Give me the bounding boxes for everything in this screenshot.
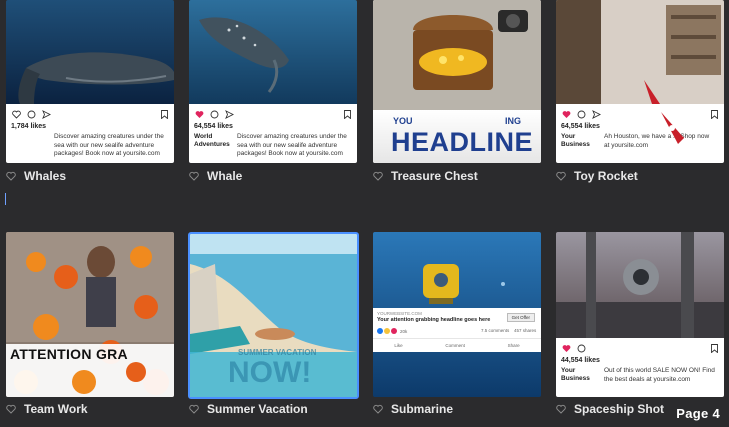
template-card-whale[interactable]: 64,554 likes World Adventures Discover a…: [189, 0, 358, 185]
card-caption: Spaceship Shot: [556, 401, 664, 417]
reaction-row: 20k: [377, 328, 407, 334]
headline-text: NOW!: [228, 356, 312, 389]
treasure-chest-image: [373, 0, 541, 110]
instagram-post-panel: 64,554 likes Your Business Ah Houston, w…: [556, 104, 724, 163]
instagram-post-panel: 64,554 likes World Adventures Discover a…: [189, 104, 357, 163]
reaction-count: 20k: [400, 328, 408, 334]
bookmark-icon: [711, 110, 718, 119]
post-caption: Discover amazing creatures under the sea…: [54, 133, 164, 157]
heart-outline-icon[interactable]: [189, 404, 199, 414]
thumbnail-spaceship-shot[interactable]: 44,554 likes Your Business Out of this w…: [556, 232, 724, 397]
template-card-summer-vacation[interactable]: SUMMER VACATION NOW! Summer Vacation: [188, 232, 359, 417]
template-card-toy-rocket[interactable]: 64,554 likes Your Business Ah Houston, w…: [556, 0, 725, 185]
facebook-post-panel: YOURWEBSITE.COM Your attention grabbing …: [373, 308, 541, 352]
post-caption: Discover amazing creatures under the sea…: [237, 133, 347, 157]
thumbnail-whale[interactable]: 64,554 likes World Adventures Discover a…: [189, 0, 357, 163]
whale-shark-image: [189, 0, 357, 104]
thumbnail-team-work[interactable]: ATTENTION GRA: [6, 232, 174, 397]
card-title: Team Work: [24, 402, 88, 416]
share-icon: [42, 110, 51, 119]
thumbnail-toy-rocket[interactable]: 64,554 likes Your Business Ah Houston, w…: [556, 0, 724, 163]
comment-icon: [577, 110, 586, 119]
comment-icon: [210, 110, 219, 119]
card-title: Treasure Chest: [391, 169, 478, 183]
comment-icon: [27, 110, 36, 119]
heart-filled-icon: [562, 111, 571, 118]
spaceship-image: [556, 232, 724, 338]
thumbnail-summer-vacation[interactable]: SUMMER VACATION NOW!: [188, 232, 359, 399]
heart-icon: [12, 110, 21, 119]
likes-count: 44,554 likes: [561, 357, 600, 364]
card-caption: Treasure Chest: [373, 168, 478, 184]
template-card-treasure-chest[interactable]: YOU ING HEADLINE Treasure Chest: [373, 0, 542, 185]
card-caption: Whale: [189, 168, 242, 184]
card-caption: Team Work: [6, 401, 88, 417]
share-icon: [592, 110, 601, 119]
wow-reaction-icon: [391, 328, 397, 334]
template-card-whales[interactable]: 1,784 likes Discover amazing creatures u…: [6, 0, 175, 185]
card-title: Summer Vacation: [207, 402, 308, 416]
template-card-submarine[interactable]: YOURWEBSITE.COM Your attention grabbing …: [373, 232, 542, 417]
heart-outline-icon[interactable]: [373, 171, 383, 181]
page-label: Page 4: [676, 406, 720, 421]
card-title: Submarine: [391, 402, 454, 416]
thumbnail-submarine[interactable]: YOURWEBSITE.COM Your attention grabbing …: [373, 232, 541, 397]
comment-icon: [577, 344, 586, 353]
headline-small-left: YOU: [393, 116, 413, 126]
likes-count: 64,554 likes: [194, 123, 233, 130]
heart-outline-icon[interactable]: [373, 404, 383, 414]
thumbnail-whales[interactable]: 1,784 likes Discover amazing creatures u…: [6, 0, 174, 163]
fb-action-row: Like Comment Share: [373, 338, 541, 351]
fb-like-button[interactable]: Like: [394, 343, 402, 348]
like-reaction-icon: [377, 328, 383, 334]
heart-outline-icon[interactable]: [189, 171, 199, 181]
shares-count: 457 shares: [514, 328, 537, 333]
bookmark-icon: [711, 344, 718, 353]
card-title: Toy Rocket: [574, 169, 638, 183]
likes-count: 64,554 likes: [561, 123, 600, 130]
headline-text: ATTENTION GRA: [10, 346, 128, 362]
account-name: Your Business: [561, 367, 590, 382]
site-url: YOURWEBSITE.COM: [377, 311, 422, 316]
heart-filled-icon: [562, 345, 571, 352]
heart-filled-icon: [195, 111, 204, 118]
get-offer-button[interactable]: Get Offer: [506, 313, 535, 322]
card-caption: Summer Vacation: [189, 401, 308, 417]
fb-headline: Your attention grabbing headline goes he…: [377, 317, 491, 323]
likes-count: 1,784 likes: [11, 123, 47, 130]
headline-text: HEADLINE: [391, 127, 534, 157]
heart-outline-icon[interactable]: [6, 404, 16, 414]
toy-rocket-image: [556, 0, 724, 104]
account-name: Your Business: [561, 133, 590, 148]
headline-small-right: ING: [505, 116, 522, 126]
card-caption: Whales: [6, 168, 66, 184]
heart-outline-icon[interactable]: [556, 404, 566, 414]
card-title: Whales: [24, 169, 67, 183]
share-icon: [225, 110, 234, 119]
whale-image: [6, 0, 174, 104]
template-card-spaceship-shot[interactable]: 44,554 likes Your Business Out of this w…: [556, 232, 725, 417]
template-card-team-work[interactable]: ATTENTION GRA Team Work: [6, 232, 175, 417]
love-reaction-icon: [384, 328, 390, 334]
comments-count: 7.5 comments: [481, 328, 510, 333]
thumbnail-treasure-chest[interactable]: YOU ING HEADLINE: [373, 0, 541, 163]
card-caption: Submarine: [373, 401, 453, 417]
fb-share-button[interactable]: Share: [508, 343, 520, 348]
card-title: Spaceship Shot: [574, 402, 665, 416]
instagram-post-panel: 1,784 likes Discover amazing creatures u…: [6, 104, 174, 163]
bookmark-icon: [161, 110, 168, 119]
text-cursor: [5, 193, 6, 205]
headline-overlay: YOU ING HEADLINE: [373, 110, 541, 163]
post-caption: Out of this world SALE NOW ON! Find the …: [604, 367, 715, 383]
fb-comment-button[interactable]: Comment: [445, 343, 465, 348]
team-work-image: [6, 232, 174, 397]
card-title: Whale: [207, 169, 243, 183]
card-caption: Toy Rocket: [556, 168, 638, 184]
account-name: World Adventures: [194, 133, 230, 148]
bookmark-icon: [344, 110, 351, 119]
heart-outline-icon[interactable]: [6, 171, 16, 181]
rocket-graphic: [661, 112, 684, 144]
instagram-post-panel: 44,554 likes Your Business Out of this w…: [556, 338, 724, 397]
heart-outline-icon[interactable]: [556, 171, 566, 181]
